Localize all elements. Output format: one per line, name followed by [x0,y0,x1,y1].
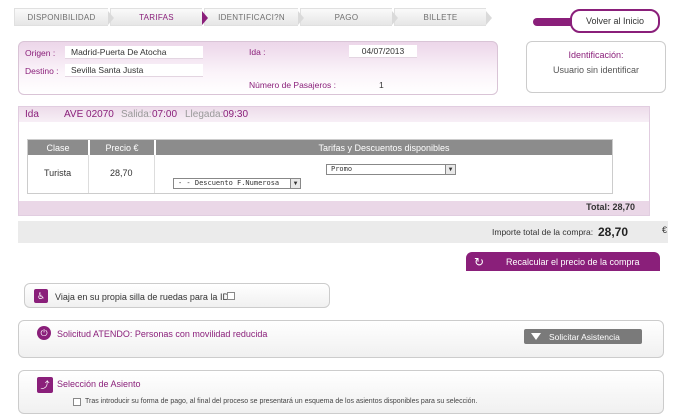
salida-time: 07:00 [152,109,178,120]
col-header-tarifas: Tarifas y Descuentos disponibles [156,140,612,155]
step-disponibilidad[interactable]: DISPONIBILIDAD [14,8,114,26]
importe-bar: Importe total de la compra: 28,70 € [18,221,668,243]
pasajeros-label: Número de Pasajeros : [249,80,336,90]
step-label: DISPONIBILIDAD [27,12,96,22]
chevron-down-icon: ▼ [445,165,455,174]
silla-ruedas-label: Viaja en su propia silla de ruedas para … [55,292,235,302]
step-arrow-icon [392,11,398,25]
identificacion-status: Usuario sin identificar [552,65,640,75]
trip-direction: Ida [25,109,39,120]
asiento-checkbox[interactable] [73,398,81,406]
descuento-select-value: - - Descuento F.Numerosa [178,179,280,187]
volver-inicio-button[interactable]: Volver al Inicio [570,9,660,33]
step-label: IDENTIFICACI?N [218,12,285,22]
ida-label: Ida : [249,47,266,57]
pasajeros-value: 1 [379,80,384,90]
volver-inicio-label: Volver al Inicio [585,16,645,26]
seat-icon: ⤴ [37,377,53,393]
train-number: AVE 02070 [64,109,114,120]
step-arrow-icon [202,11,208,25]
total-value: Total: 28,70 [586,202,635,212]
trip-panel: Ida AVE 02070 Salida: 07:00 Llegada: 09:… [18,106,650,216]
step-arrow-icon [486,11,492,25]
ida-value: 04/07/2013 [349,45,417,58]
step-identificacion[interactable]: IDENTIFICACI?N [204,8,304,26]
col-header-precio: Precio € [90,140,154,155]
step-label: PAGO [334,12,359,22]
silla-ruedas-checkbox[interactable] [227,292,235,300]
step-arrow-icon [108,11,114,25]
wheelchair-icon: ♿ [34,289,48,303]
step-tarifas[interactable]: TARIFAS [110,8,208,26]
step-label: BILLETE [423,12,458,22]
progress-steps: DISPONIBILIDAD TARIFAS IDENTIFICACI?N PA… [14,8,496,26]
seleccion-asiento-panel: ⤴ Selección de Asiento Tras introducir s… [18,370,664,414]
salida-label: Salida: [121,109,152,120]
step-arrow-icon [298,11,304,25]
importe-currency: € [662,225,668,235]
step-pago[interactable]: PAGO [300,8,398,26]
recalcular-label: Recalcular el precio de la compra [506,256,640,267]
silla-ruedas-panel: ♿ Viaja en su propia silla de ruedas par… [24,283,330,308]
descuento-select[interactable]: - - Descuento F.Numerosa ▼ [173,178,301,189]
recalcular-button[interactable]: ↻ Recalcular el precio de la compra [466,252,660,271]
refresh-icon: ↻ [473,254,485,269]
tarifa-select[interactable]: Promo ▼ [326,164,456,175]
power-icon: ⏻ [37,326,51,340]
destino-label: Destino : [25,66,59,76]
seleccion-asiento-title: Selección de Asiento [57,379,141,389]
tarifa-select-value: Promo [331,165,353,173]
step-billete[interactable]: BILLETE [394,8,492,26]
col-divider [154,155,156,193]
col-header-clase: Clase [28,140,88,155]
total-bar: Total: 28,70 [19,201,649,215]
solicitar-asistencia-label: Solicitar Asistencia [549,331,620,342]
journey-summary: Origen : Madrid-Puerta De Atocha Destino… [18,41,498,95]
col-divider [88,155,90,193]
fare-clase: Turista [44,168,72,178]
seleccion-asiento-text: Tras introducir su forma de pago, al fin… [85,398,478,405]
triangle-down-icon [531,333,541,340]
destino-value: Sevilla Santa Justa [65,64,203,77]
importe-value: 28,70 [598,225,629,239]
identificacion-title: Identificación: [568,50,624,60]
llegada-time: 09:30 [223,109,249,120]
chevron-down-icon: ▼ [290,179,300,188]
llegada-label: Llegada: [185,109,224,120]
step-label: TARIFAS [139,12,174,22]
trip-header: Ida AVE 02070 Salida: 07:00 Llegada: 09:… [19,107,649,122]
solicitar-asistencia-button[interactable]: Solicitar Asistencia [524,329,642,344]
origen-value: Madrid-Puerta De Atocha [65,46,203,59]
importe-label: Importe total de la compra: [492,227,594,237]
fare-precio: 28,70 [110,168,133,178]
identificacion-panel: Identificación: Usuario sin identificar [526,41,666,93]
fares-table: Clase Precio € Tarifas y Descuentos disp… [27,139,613,194]
origen-label: Origen : [25,48,56,58]
atendo-label: Solicitud ATENDO: Personas con movilidad… [57,329,268,339]
